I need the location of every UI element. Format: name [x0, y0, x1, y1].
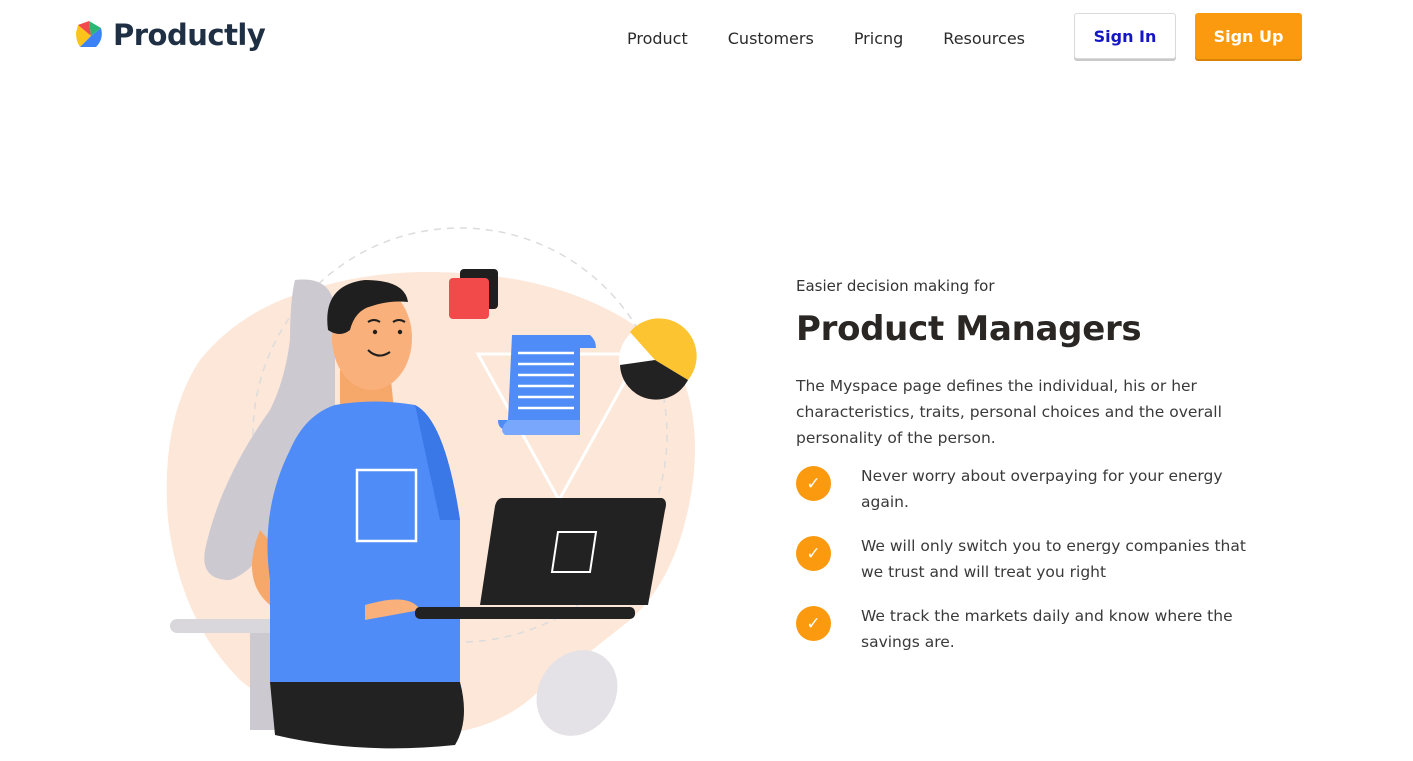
nav-resources[interactable]: Resources	[943, 29, 1025, 48]
hero-illustration	[166, 227, 697, 749]
hero-eyebrow: Easier decision making for	[796, 277, 995, 295]
nav-product[interactable]: Product	[627, 29, 688, 48]
productly-logo-icon	[76, 21, 102, 47]
nav-customers[interactable]: Customers	[728, 29, 814, 48]
feature-text: We track the markets daily and know wher…	[861, 607, 1233, 651]
header: Productly Product Customers Pricng Resou…	[0, 0, 1413, 80]
nav-pricing[interactable]: Pricng	[854, 29, 903, 48]
page-title: Product Managers	[796, 309, 1142, 349]
feature-list: ✓ Never worry about overpaying for your …	[796, 466, 1266, 655]
sign-in-button[interactable]: Sign In	[1074, 13, 1176, 59]
floating-square-red	[449, 278, 489, 319]
check-icon: ✓	[796, 536, 831, 571]
check-icon: ✓	[796, 606, 831, 641]
hero-content: Easier decision making for Product Manag…	[796, 277, 1266, 685]
laptop-screen	[480, 498, 666, 605]
person-pants	[270, 682, 464, 749]
sign-up-button[interactable]: Sign Up	[1195, 13, 1302, 59]
feature-text: Never worry about overpaying for your en…	[861, 467, 1223, 511]
hero-description: The Myspace page defines the individual,…	[796, 377, 1222, 447]
feature-text: We will only switch you to energy compan…	[861, 537, 1246, 581]
logo[interactable]: Productly	[74, 18, 266, 52]
laptop-base	[415, 607, 635, 619]
feature-item: ✓ We will only switch you to energy comp…	[796, 536, 1266, 585]
brand-name: Productly	[113, 18, 266, 52]
check-icon: ✓	[796, 466, 831, 501]
main-nav: Product Customers Pricng Resources	[627, 29, 1065, 48]
feature-item: ✓ Never worry about overpaying for your …	[796, 466, 1266, 515]
feature-item: ✓ We track the markets daily and know wh…	[796, 606, 1266, 655]
